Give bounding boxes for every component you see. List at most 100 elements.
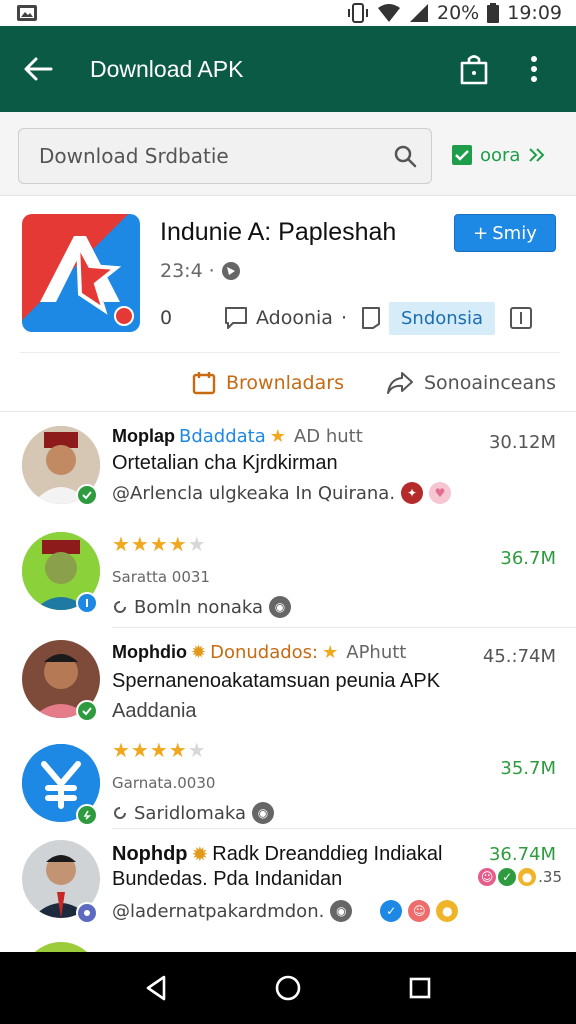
list-item[interactable]: Mophdio ✹ Donudados: ★ APhutt Spernaneno…	[0, 630, 576, 734]
bag-icon	[460, 55, 488, 85]
star-rating: ★★★★★	[112, 532, 207, 556]
app-meta-row: 0 Adoonia · Sndonsia	[160, 300, 560, 336]
bookmark-icon	[361, 307, 380, 329]
item-value: 36.74M	[488, 844, 556, 865]
item-subtitle: Garnata.0030	[112, 774, 216, 792]
item-tag: AD hutt	[293, 426, 363, 447]
emoji-icon: ☺	[408, 900, 431, 922]
globe-icon: ◉	[330, 900, 353, 922]
item-description: Bundedas. Pda Indanidan	[112, 868, 343, 890]
star-icon: ★	[269, 426, 286, 447]
comment-icon	[225, 307, 247, 329]
verified-badge-icon	[76, 700, 98, 722]
item-value: 30.12M	[488, 432, 556, 453]
publisher-name: Adoonia	[256, 307, 333, 329]
tab-share[interactable]: Sonoainceans	[386, 371, 556, 395]
region-filter[interactable]: Sndonsia	[361, 301, 496, 335]
star-rating: ★★★★★	[112, 738, 207, 762]
item-name: Mophdio	[112, 642, 187, 662]
item-value: 36.7M	[500, 548, 556, 569]
tab-downloaders[interactable]: Brownladars	[192, 371, 344, 395]
share-button[interactable]	[450, 45, 498, 93]
install-button-label: Smiy	[492, 222, 537, 244]
verified-badge-icon	[76, 804, 98, 826]
item-highlight: Bdaddata	[179, 426, 266, 447]
globe-icon: ◉	[269, 596, 292, 618]
app-card: Indunie A: Papleshah 23:4 · + Smiy 0 Ado…	[0, 200, 576, 412]
navigation-bar	[0, 952, 576, 1024]
tab-share-label: Sonoainceans	[424, 372, 557, 394]
heart-icon: ♥	[429, 482, 452, 504]
item-meta-text: @ladernatpakardmdon.	[112, 900, 325, 922]
item-description: Spernanenoakatamsuan peunia APK	[112, 670, 441, 692]
verified-badge-icon	[76, 592, 98, 614]
region-chip[interactable]: Sndonsia	[388, 301, 496, 335]
app-rating-row: 23:4 ·	[160, 260, 241, 282]
list-item[interactable]: Nophdp ✹ Radk Dreanddieg Indiakal Bunded…	[0, 832, 576, 942]
app-title: Indunie A: Papleshah	[160, 218, 397, 246]
publisher-link[interactable]: Adoonia ·	[224, 306, 347, 330]
nav-home-button[interactable]	[264, 964, 312, 1012]
item-name-line: Moplap Bdaddata ★ AD hutt	[112, 426, 363, 447]
sun-icon: ✹	[191, 842, 209, 866]
filter-toggle[interactable]: oora	[452, 138, 546, 172]
item-meta-text: Saridlomaka	[134, 802, 246, 824]
battery-icon	[487, 3, 500, 23]
globe-icon	[221, 262, 240, 280]
tab-downloaders-label: Brownladars	[226, 372, 344, 394]
arrow-left-icon	[24, 57, 53, 81]
app-logo-icon	[22, 214, 140, 332]
red-badge-icon: ✦	[401, 482, 424, 504]
item-reactions: ☺ ✓ ● .35	[478, 868, 562, 886]
image-notification-icon	[16, 4, 38, 22]
item-meta: Bomln nonaka ◉	[112, 596, 292, 618]
list-item[interactable]: Moplap Bdaddata ★ AD hutt Ortetalian cha…	[0, 414, 576, 522]
item-value: 35.7M	[500, 758, 556, 779]
plus-icon: +	[473, 222, 489, 244]
item-reaction-count: .35	[538, 868, 562, 886]
coin-icon: ●	[436, 900, 459, 922]
item-name: Nophdp	[112, 842, 188, 865]
recents-square-icon	[409, 977, 431, 999]
app-bar: Download APK	[0, 26, 576, 112]
item-highlight: Radk Dreanddieg Indiakal	[212, 842, 443, 865]
wifi-icon	[377, 3, 401, 23]
app-rating: 23:4	[160, 260, 203, 282]
item-value: 45.:74M	[482, 646, 556, 667]
app-tabs: Brownladars Sonoainceans	[0, 358, 576, 408]
filter-label: oora	[480, 144, 521, 166]
check-icon: ✓	[498, 868, 517, 886]
coin-icon: ●	[518, 868, 537, 886]
nav-back-button[interactable]	[132, 964, 180, 1012]
overflow-menu-button[interactable]	[510, 45, 558, 93]
clock: 19:09	[507, 2, 562, 24]
list-item[interactable]: ★★★★★ Garnata.0030 Saridlomaka ◉ 35.7M	[0, 734, 576, 838]
checkbox-icon[interactable]	[452, 145, 472, 165]
item-highlight: Donudados:	[210, 642, 319, 663]
item-meta: Saridlomaka ◉	[112, 802, 274, 824]
list-item[interactable]: ★★★★★ Saratta 0031 Bomln nonaka ◉ 36.7M	[0, 522, 576, 628]
status-bar: 20% 19:09	[0, 0, 576, 26]
back-triangle-icon	[146, 975, 166, 1001]
item-name-line: Nophdp ✹ Radk Dreanddieg Indiakal	[112, 842, 442, 866]
check-icon: ✓	[380, 900, 403, 922]
nav-recents-button[interactable]	[396, 964, 444, 1012]
vibrate-icon	[347, 3, 369, 23]
refresh-icon	[114, 601, 126, 613]
verified-badge-icon	[76, 484, 98, 506]
item-meta: @Arlencla ulgkeaka In Quirana. ✦ ♥	[112, 482, 452, 504]
battery-percent: 20%	[437, 2, 480, 24]
search-input[interactable]	[39, 144, 393, 168]
item-description: Ortetalian cha Kjrdkirman	[112, 452, 338, 474]
flag-icon[interactable]	[509, 306, 533, 330]
search-box[interactable]	[18, 128, 432, 184]
search-icon[interactable]	[393, 144, 417, 168]
signal-icon	[409, 3, 429, 23]
install-button[interactable]: + Smiy	[454, 214, 556, 252]
more-vert-icon	[531, 56, 537, 82]
sun-icon: ✹	[190, 642, 207, 663]
list-item[interactable]	[0, 942, 576, 952]
item-meta: @ladernatpakardmdon. ◉ ✓ ☺ ●	[112, 900, 459, 922]
verified-badge-icon	[76, 902, 98, 924]
back-button[interactable]	[18, 49, 58, 89]
